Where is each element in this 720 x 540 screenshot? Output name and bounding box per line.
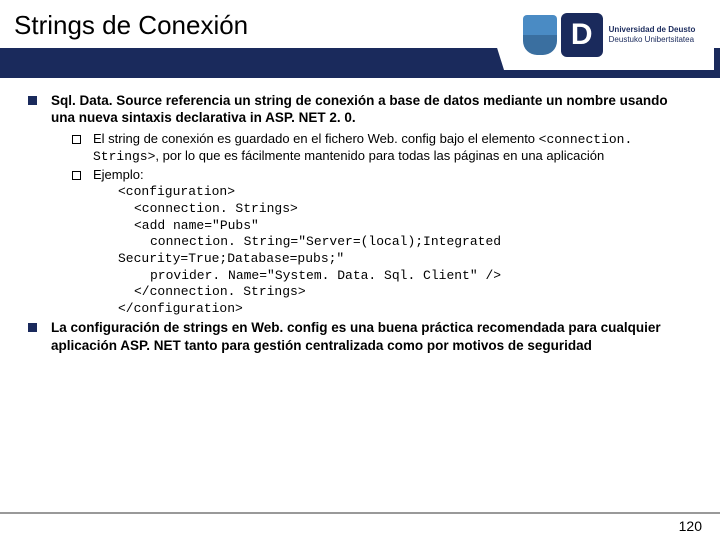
- bullet-item: Sql. Data. Source referencia un string d…: [28, 92, 692, 127]
- sub-text: Ejemplo:: [93, 167, 144, 184]
- code-line: <add name="Pubs": [94, 218, 692, 235]
- code-line: <connection. Strings>: [94, 201, 692, 218]
- shield-icon: [523, 15, 557, 55]
- code-line: provider. Name="System. Data. Sql. Clien…: [94, 268, 692, 285]
- sub-list: El string de conexión es guardado en el …: [72, 131, 692, 184]
- page-number: 120: [679, 518, 702, 534]
- logo-text: Universidad de Deusto Deustuko Unibertsi…: [609, 25, 696, 44]
- hollow-square-icon: [72, 135, 81, 144]
- slide-header: Strings de Conexión D Universidad de Deu…: [0, 0, 720, 78]
- square-bullet-icon: [28, 96, 37, 105]
- code-line: connection. String="Server=(local);Integ…: [94, 234, 692, 251]
- bullet-text: La configuración de strings en Web. conf…: [51, 319, 692, 354]
- code-line: </configuration>: [94, 301, 692, 318]
- logo-line2: Deustuko Unibertsitatea: [609, 35, 696, 45]
- code-line: </connection. Strings>: [94, 284, 692, 301]
- sub-item: El string de conexión es guardado en el …: [72, 131, 692, 166]
- slide-content: Sql. Data. Source referencia un string d…: [0, 78, 720, 354]
- hollow-square-icon: [72, 171, 81, 180]
- code-example: <configuration> <connection. Strings> <a…: [94, 184, 692, 317]
- sub-item: Ejemplo:: [72, 167, 692, 184]
- code-line: <configuration>: [94, 184, 692, 201]
- university-logo: D Universidad de Deusto Deustuko Unibert…: [504, 0, 714, 70]
- bullet-text: Sql. Data. Source referencia un string d…: [51, 92, 692, 127]
- logo-letter: D: [561, 13, 603, 57]
- sub-pre: El string de conexión es guardado en el …: [93, 131, 539, 146]
- logo-line1: Universidad de Deusto: [609, 25, 696, 35]
- code-line: Security=True;Database=pubs;": [94, 251, 692, 268]
- bullet-item: La configuración de strings en Web. conf…: [28, 319, 692, 354]
- footer-divider: [0, 512, 720, 514]
- sub-post: , por lo que es fácilmente mantenido par…: [155, 148, 604, 163]
- square-bullet-icon: [28, 323, 37, 332]
- sub-text: El string de conexión es guardado en el …: [93, 131, 692, 166]
